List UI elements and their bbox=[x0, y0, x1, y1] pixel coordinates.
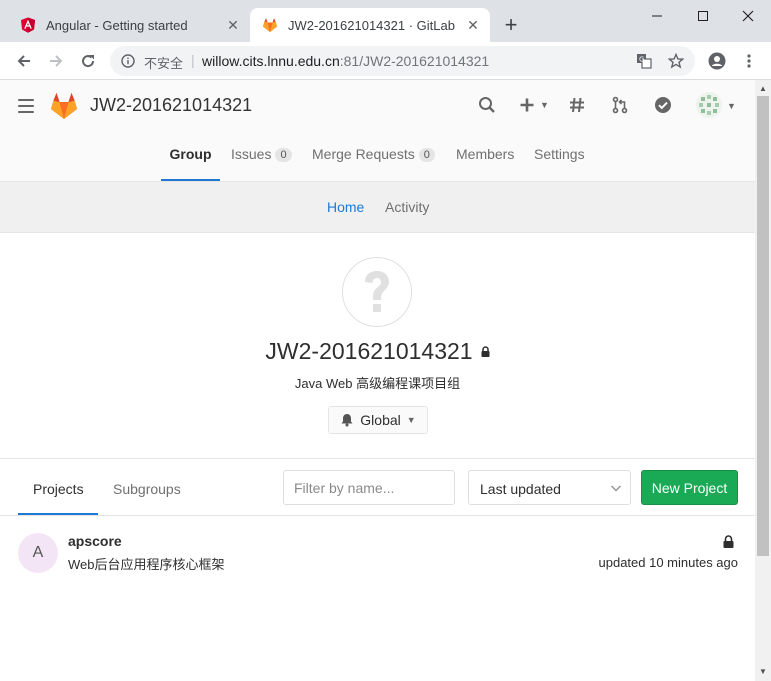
gitlab-logo-icon[interactable] bbox=[49, 92, 79, 120]
tab-label: Merge Requests bbox=[312, 146, 415, 162]
browser-tab-gitlab[interactable]: JW2-201621014321 · GitLab ✕ bbox=[250, 8, 490, 42]
filter-by-name-input[interactable] bbox=[283, 470, 455, 505]
group-subnav: Home Activity bbox=[0, 182, 755, 233]
notification-dropdown[interactable]: Global ▼ bbox=[328, 406, 428, 434]
merge-request-icon[interactable] bbox=[609, 94, 631, 116]
tab-group[interactable]: Group bbox=[161, 146, 220, 181]
snippets-hash-icon[interactable] bbox=[566, 94, 588, 116]
tab-members[interactable]: Members bbox=[456, 146, 514, 181]
user-menu-chevron-icon[interactable]: ▼ bbox=[727, 101, 736, 111]
project-name[interactable]: apscore bbox=[68, 533, 122, 549]
new-dropdown-button[interactable]: ▼ bbox=[514, 94, 554, 116]
issues-count-badge: 0 bbox=[275, 148, 292, 162]
close-window-button[interactable] bbox=[725, 4, 771, 28]
group-description: Java Web 高级编程课项目组 bbox=[294, 376, 461, 391]
more-vert-icon bbox=[747, 54, 751, 68]
merge-requests-count-badge: 0 bbox=[418, 148, 435, 162]
angular-icon bbox=[21, 17, 35, 33]
tab-issues[interactable]: Issues 0 bbox=[231, 146, 292, 181]
star-icon[interactable] bbox=[668, 53, 684, 69]
browser-tab-strip: Angular - Getting started ✕ JW2-20162101… bbox=[0, 0, 771, 42]
minimize-window-button[interactable] bbox=[634, 4, 680, 28]
tabs-border bbox=[0, 515, 755, 516]
gitlab-header: JW2-201621014321 ▼ ▼ Group Issues 0 Merge… bbox=[0, 80, 755, 182]
translate-icon[interactable]: G bbox=[636, 53, 652, 69]
browser-tab-angular[interactable]: Angular - Getting started ✕ bbox=[8, 8, 250, 42]
address-bar[interactable]: 不安全 | willow.cits.lnnu.edu.cn:81/JW2-201… bbox=[110, 46, 695, 76]
tab-merge-requests[interactable]: Merge Requests 0 bbox=[312, 146, 435, 181]
lock-icon bbox=[481, 346, 490, 357]
svg-text:G: G bbox=[639, 56, 644, 64]
gitlab-icon bbox=[263, 18, 277, 32]
header-title[interactable]: JW2-201621014321 bbox=[90, 95, 252, 116]
group-avatar bbox=[342, 257, 412, 327]
tab-title: Angular - Getting started bbox=[46, 17, 188, 33]
browser-toolbar: 不安全 | willow.cits.lnnu.edu.cn:81/JW2-201… bbox=[0, 42, 771, 80]
bell-icon bbox=[341, 414, 353, 427]
group-nav: Group Issues 0 Merge Requests 0 Members Se… bbox=[0, 136, 755, 182]
todo-check-icon[interactable] bbox=[652, 94, 674, 116]
tab-label: Settings bbox=[534, 146, 585, 162]
tab-label: Members bbox=[456, 146, 515, 162]
profile-button[interactable] bbox=[705, 49, 729, 73]
plus-icon bbox=[520, 98, 534, 112]
new-tab-button[interactable]: + bbox=[500, 12, 522, 38]
project-description: Web后台应用程序核心框架 bbox=[68, 557, 225, 572]
scroll-up-icon[interactable]: ▲ bbox=[755, 80, 771, 96]
url-text[interactable]: willow.cits.lnnu.edu.cn:81/JW2-201621014… bbox=[202, 53, 489, 69]
hamburger-menu-icon[interactable] bbox=[18, 99, 34, 117]
back-button[interactable] bbox=[12, 49, 36, 73]
tab-projects[interactable]: Projects bbox=[33, 481, 84, 497]
subnav-activity[interactable]: Activity bbox=[385, 199, 429, 215]
info-icon[interactable] bbox=[121, 54, 135, 68]
url-path: :81/JW2-201621014321 bbox=[339, 53, 490, 69]
browser-menu-button[interactable] bbox=[737, 49, 761, 73]
project-updated-time: updated 10 minutes ago bbox=[598, 555, 739, 570]
chevron-down-icon: ▼ bbox=[406, 415, 416, 425]
group-name-text: JW2-201621014321 bbox=[265, 338, 473, 364]
arrow-left-icon bbox=[17, 55, 30, 67]
subnav-home[interactable]: Home bbox=[327, 199, 364, 215]
scroll-down-icon[interactable]: ▼ bbox=[755, 663, 771, 679]
lock-icon bbox=[723, 535, 734, 548]
new-project-button[interactable]: New Project bbox=[641, 470, 738, 505]
notification-level: Global bbox=[360, 412, 401, 428]
tab-settings[interactable]: Settings bbox=[534, 146, 585, 181]
search-icon[interactable] bbox=[476, 94, 498, 116]
chevron-down-icon bbox=[610, 485, 622, 492]
sort-dropdown[interactable]: Last updated bbox=[468, 470, 631, 505]
maximize-window-button[interactable] bbox=[680, 4, 726, 28]
arrow-right-icon bbox=[50, 55, 63, 67]
reload-icon bbox=[82, 55, 95, 68]
chevron-down-icon: ▼ bbox=[540, 100, 549, 110]
question-mark-icon bbox=[365, 271, 389, 312]
account-icon bbox=[708, 52, 726, 70]
close-tab-icon[interactable]: ✕ bbox=[224, 17, 242, 34]
address-separator: | bbox=[191, 52, 195, 68]
tab-label: Group bbox=[169, 146, 212, 162]
url-host: willow.cits.lnnu.edu.cn bbox=[202, 53, 340, 69]
tab-label: Issues bbox=[231, 146, 272, 162]
project-avatar[interactable]: A bbox=[18, 533, 58, 573]
group-title: JW2-201621014321 bbox=[0, 338, 755, 365]
reload-button[interactable] bbox=[76, 49, 100, 73]
tab-subgroups[interactable]: Subgroups bbox=[113, 481, 181, 497]
forward-button[interactable] bbox=[44, 49, 68, 73]
section-divider bbox=[0, 458, 755, 459]
tab-title: JW2-201621014321 · GitLab bbox=[288, 17, 455, 33]
sort-label: Last updated bbox=[480, 481, 561, 497]
security-status[interactable]: 不安全 bbox=[144, 53, 183, 72]
close-tab-icon[interactable]: ✕ bbox=[464, 17, 482, 34]
scrollbar-thumb[interactable] bbox=[757, 96, 769, 556]
user-avatar[interactable] bbox=[696, 92, 722, 118]
